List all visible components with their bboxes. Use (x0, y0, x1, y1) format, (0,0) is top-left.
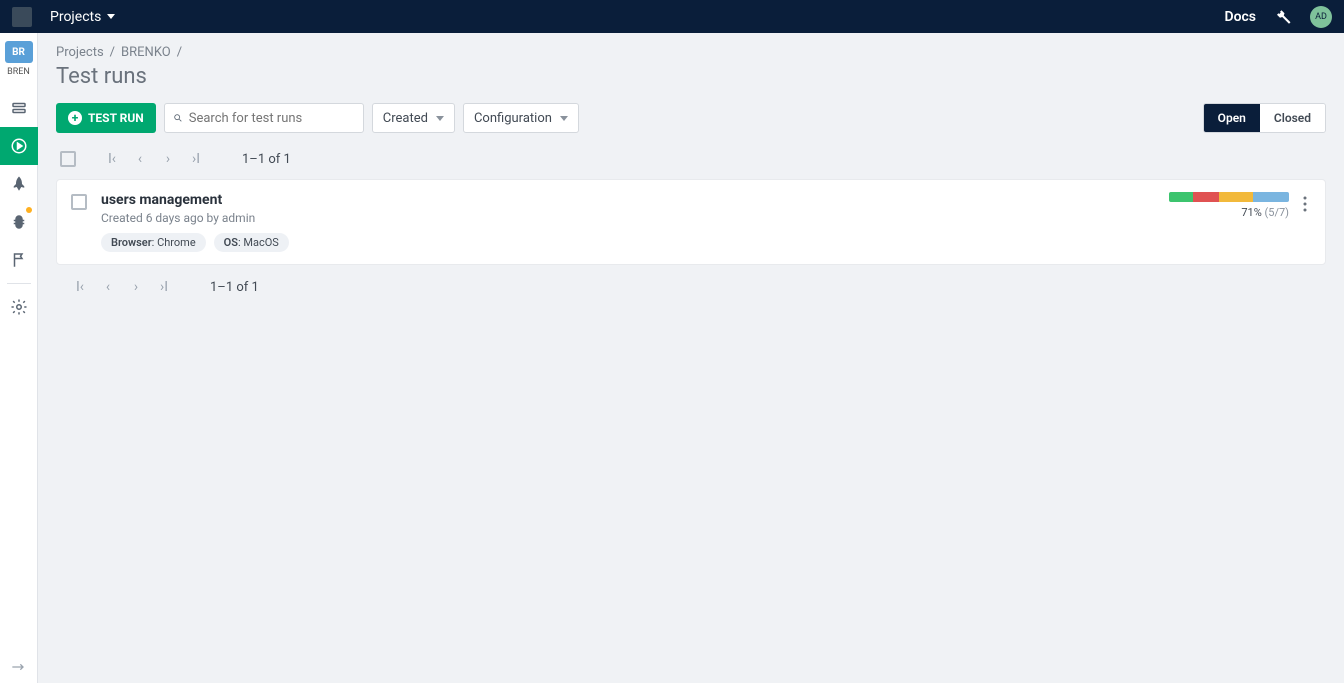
progress-untested (1253, 192, 1289, 202)
avatar-initials: AD (1315, 12, 1327, 22)
test-run-card[interactable]: users management Created 6 days ago by a… (56, 179, 1326, 265)
breadcrumb-projects[interactable]: Projects (56, 45, 104, 60)
project-short-label: BREN (7, 67, 30, 77)
nav-suites-icon[interactable] (0, 89, 38, 127)
projects-menu[interactable]: Projects (50, 9, 115, 25)
new-test-run-button[interactable]: + TEST RUN (56, 103, 156, 133)
nav-milestones-icon[interactable] (0, 241, 38, 279)
prev-page-button[interactable]: ‹ (128, 147, 152, 171)
progress-blocked (1219, 192, 1253, 202)
last-page-button[interactable]: ›I (152, 275, 176, 299)
row-checkbox[interactable] (71, 194, 87, 210)
projects-label: Projects (50, 9, 101, 25)
configuration-filter[interactable]: Configuration (463, 103, 579, 133)
breadcrumb-project-name[interactable]: BRENKO (121, 45, 171, 60)
last-page-button[interactable]: ›I (184, 147, 208, 171)
next-page-button[interactable]: › (156, 147, 180, 171)
run-title: users management (101, 192, 1169, 208)
progress-passed (1169, 192, 1193, 202)
status-segment: Open Closed (1203, 103, 1326, 133)
topbar: Projects Docs AD (0, 0, 1344, 33)
breadcrumb-sep: / (177, 45, 182, 60)
first-page-button[interactable]: I‹ (100, 147, 124, 171)
nav-defects-icon[interactable] (0, 203, 38, 241)
breadcrumb-sep: / (110, 45, 115, 60)
plus-icon: + (68, 111, 82, 125)
progress-failed (1193, 192, 1219, 202)
open-tab[interactable]: Open (1204, 104, 1260, 132)
page-title: Test runs (56, 64, 1326, 89)
logo-icon[interactable] (12, 7, 32, 27)
breadcrumb: Projects / BRENKO / (56, 45, 1326, 60)
created-filter[interactable]: Created (372, 103, 455, 133)
collapse-sidebar-icon[interactable] (11, 661, 27, 673)
pagination-range: 1–1 of 1 (242, 152, 291, 167)
prev-page-button[interactable]: ‹ (96, 275, 120, 299)
first-page-button[interactable]: I‹ (68, 275, 92, 299)
chevron-down-icon (436, 116, 444, 121)
created-label: Created (383, 111, 428, 126)
run-meta: Created 6 days ago by admin (101, 211, 1169, 225)
nav-launches-icon[interactable] (0, 165, 38, 203)
row-more-icon[interactable] (1299, 192, 1311, 216)
chevron-down-icon (107, 14, 115, 19)
closed-tab[interactable]: Closed (1260, 104, 1325, 132)
main-content: Projects / BRENKO / Test runs + TEST RUN… (38, 33, 1344, 683)
progress-percent: 71% (5/7) (1241, 206, 1289, 219)
next-page-button[interactable]: › (124, 275, 148, 299)
sidebar: BR BREN (0, 33, 38, 683)
nav-test-runs-icon[interactable] (0, 127, 38, 165)
pagination-range: 1–1 of 1 (210, 280, 259, 295)
chevron-down-icon (560, 116, 568, 121)
pagination-top: I‹ ‹ › ›I 1–1 of 1 (56, 143, 1326, 179)
pagination-bottom: I‹ ‹ › ›I 1–1 of 1 (56, 265, 1326, 299)
test-run-label: TEST RUN (88, 111, 144, 125)
user-avatar[interactable]: AD (1310, 6, 1332, 28)
browser-tag: Browser: Chrome (101, 233, 206, 252)
search-wrapper[interactable] (164, 103, 364, 133)
progress-bar (1169, 192, 1289, 202)
select-all-checkbox[interactable] (60, 151, 76, 167)
project-badge[interactable]: BR (5, 41, 33, 63)
search-input[interactable] (189, 111, 355, 126)
docs-link[interactable]: Docs (1224, 9, 1256, 25)
configuration-label: Configuration (474, 111, 552, 126)
nav-settings-icon[interactable] (0, 288, 38, 326)
search-icon (173, 110, 183, 126)
notification-dot-icon (26, 207, 32, 213)
settings-icon[interactable] (1274, 8, 1292, 26)
toolbar: + TEST RUN Created Configuration Open Cl… (56, 103, 1326, 133)
os-tag: OS: MacOS (214, 233, 289, 252)
